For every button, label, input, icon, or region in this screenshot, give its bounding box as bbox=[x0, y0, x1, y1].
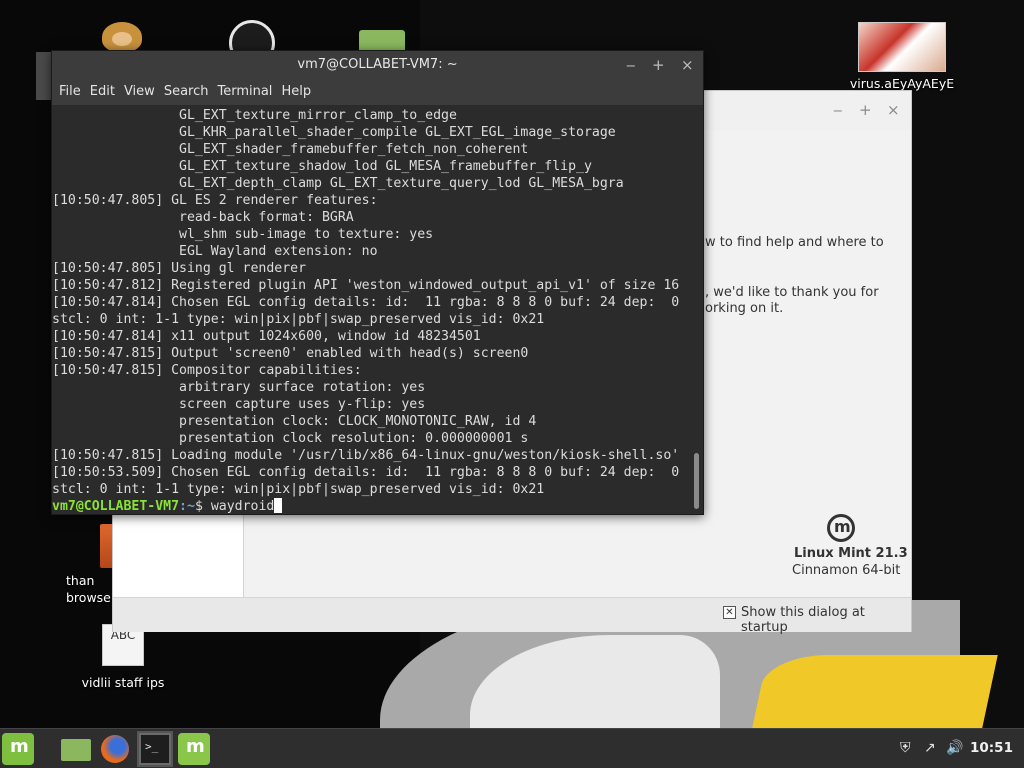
output-line: presentation clock: CLOCK_MONOTONIC_RAW,… bbox=[52, 414, 537, 429]
maximize-button[interactable]: + bbox=[859, 101, 872, 119]
desktop-icon-label: vidlii staff ips bbox=[81, 675, 165, 690]
menu-view[interactable]: View bbox=[122, 79, 162, 105]
command-input[interactable]: waydroid bbox=[211, 499, 275, 514]
os-version: Linux Mint 21.3 bbox=[794, 546, 908, 561]
menu-help[interactable]: Help bbox=[279, 79, 318, 105]
volume-icon[interactable]: 🔊 bbox=[946, 729, 963, 767]
prompt-user: vm7@COLLABET-VM7 bbox=[52, 499, 180, 514]
taskbar-welcome-screen[interactable] bbox=[178, 733, 210, 765]
terminal-scrollbar[interactable] bbox=[693, 111, 701, 513]
output-line: GL_EXT_texture_shadow_lod GL_MESA_frameb… bbox=[52, 159, 592, 174]
os-edition: Cinnamon 64-bit bbox=[792, 563, 901, 578]
output-line: GL_EXT_texture_mirror_clamp_to_edge bbox=[52, 108, 457, 123]
output-line: [10:50:47.815] Loading module '/usr/lib/… bbox=[52, 448, 680, 463]
menu-search[interactable]: Search bbox=[162, 79, 216, 105]
output-line: presentation clock resolution: 0.0000000… bbox=[52, 431, 529, 446]
output-line: wl_shm sub-image to texture: yes bbox=[52, 227, 434, 242]
linux-mint-logo-icon bbox=[827, 514, 855, 542]
taskbar-firefox[interactable] bbox=[99, 733, 131, 765]
firefox-icon bbox=[101, 735, 129, 763]
scrollbar-thumb[interactable] bbox=[694, 453, 699, 509]
folder-icon bbox=[61, 739, 91, 761]
terminal-window[interactable]: vm7@COLLABET-VM7: ~ ‒ + × File Edit View… bbox=[51, 50, 704, 515]
output-line: arbitrary surface rotation: yes bbox=[52, 380, 426, 395]
output-line: [10:50:47.815] Compositor capabilities: bbox=[52, 363, 362, 378]
output-line: stcl: 0 int: 1-1 type: win|pix|pbf|swap_… bbox=[52, 482, 545, 497]
output-line: [10:50:53.509] Chosen EGL config details… bbox=[52, 465, 680, 480]
terminal-output[interactable]: GL_EXT_texture_mirror_clamp_to_edge GL_K… bbox=[52, 105, 692, 515]
output-line: [10:50:47.814] x11 output 1024x600, wind… bbox=[52, 329, 481, 344]
welcome-text-line: , we'd like to thank you for bbox=[705, 285, 879, 300]
output-line: [10:50:47.815] Output 'screen0' enabled … bbox=[52, 346, 529, 361]
minimize-button[interactable]: ‒ bbox=[626, 51, 636, 79]
taskbar-terminal[interactable] bbox=[139, 733, 171, 765]
desktop-icon-vidlii[interactable]: ABC vidlii staff ips bbox=[64, 624, 182, 690]
minimize-button[interactable]: ‒ bbox=[833, 101, 843, 119]
welcome-text-line: orking on it. bbox=[705, 301, 784, 316]
window-title: vm7@COLLABET-VM7: ~ bbox=[297, 57, 458, 72]
menu-edit[interactable]: Edit bbox=[88, 79, 122, 105]
maximize-button[interactable]: + bbox=[652, 51, 665, 79]
output-line: [10:50:47.805] GL ES 2 renderer features… bbox=[52, 193, 378, 208]
text-cursor bbox=[274, 498, 283, 513]
prompt-path: :~ bbox=[179, 499, 195, 514]
output-line: screen capture uses y-flip: yes bbox=[52, 397, 426, 412]
taskbar-files[interactable] bbox=[60, 733, 92, 765]
startup-checkbox-label[interactable]: Show this dialog at startup bbox=[741, 605, 911, 635]
prompt-symbol: $ bbox=[194, 499, 211, 514]
close-button[interactable]: × bbox=[681, 51, 694, 79]
output-line: read-back format: BGRA bbox=[52, 210, 354, 225]
desktop-icon-folder[interactable] bbox=[356, 30, 408, 54]
output-line: [10:50:47.812] Registered plugin API 'we… bbox=[52, 278, 680, 293]
desktop-icon-virus[interactable]: virus.aEyAyAEyE bbox=[840, 22, 964, 91]
output-line: GL_EXT_depth_clamp GL_EXT_texture_query_… bbox=[52, 176, 624, 191]
taskbar: ⛨ ↗ 🔊 10:51 bbox=[0, 728, 1024, 768]
output-line: EGL Wayland extension: no bbox=[52, 244, 378, 259]
menu-file[interactable]: File bbox=[57, 79, 88, 105]
welcome-footer: ✕ Show this dialog at startup bbox=[113, 597, 911, 635]
output-line: GL_EXT_shader_framebuffer_fetch_non_cohe… bbox=[52, 142, 529, 157]
terminal-titlebar[interactable]: vm7@COLLABET-VM7: ~ ‒ + × bbox=[52, 51, 703, 79]
hidden-panel-edge bbox=[36, 52, 52, 100]
network-icon[interactable]: ↗ bbox=[924, 729, 936, 767]
wallpaper-yellow-shape bbox=[752, 655, 998, 728]
monkey-icon bbox=[102, 22, 142, 52]
close-button[interactable]: × bbox=[887, 101, 900, 119]
desktop-icon-monkey[interactable] bbox=[96, 22, 148, 52]
image-thumbnail-icon bbox=[858, 22, 946, 72]
output-line: [10:50:47.814] Chosen EGL config details… bbox=[52, 295, 680, 310]
terminal-text: GL_EXT_texture_mirror_clamp_to_edge GL_K… bbox=[52, 105, 692, 515]
desktop-icon-label: virus.aEyAyAEyE bbox=[849, 76, 955, 91]
mint-menu-button[interactable] bbox=[2, 733, 34, 765]
output-line: stcl: 0 int: 1-1 type: win|pix|pbf|swap_… bbox=[52, 312, 545, 327]
startup-checkbox[interactable]: ✕ bbox=[723, 606, 736, 619]
output-line: GL_KHR_parallel_shader_compile GL_EXT_EG… bbox=[52, 125, 616, 140]
welcome-text-line: w to find help and where to bbox=[705, 235, 884, 250]
clock[interactable]: 10:51 bbox=[970, 729, 1013, 767]
output-line: [10:50:47.805] Using gl renderer bbox=[52, 261, 307, 276]
shield-icon[interactable]: ⛨ bbox=[900, 729, 911, 767]
menu-terminal[interactable]: Terminal bbox=[215, 79, 279, 105]
terminal-menubar: File Edit View Search Terminal Help bbox=[52, 79, 703, 106]
desktop-icon-obs[interactable] bbox=[226, 20, 278, 66]
